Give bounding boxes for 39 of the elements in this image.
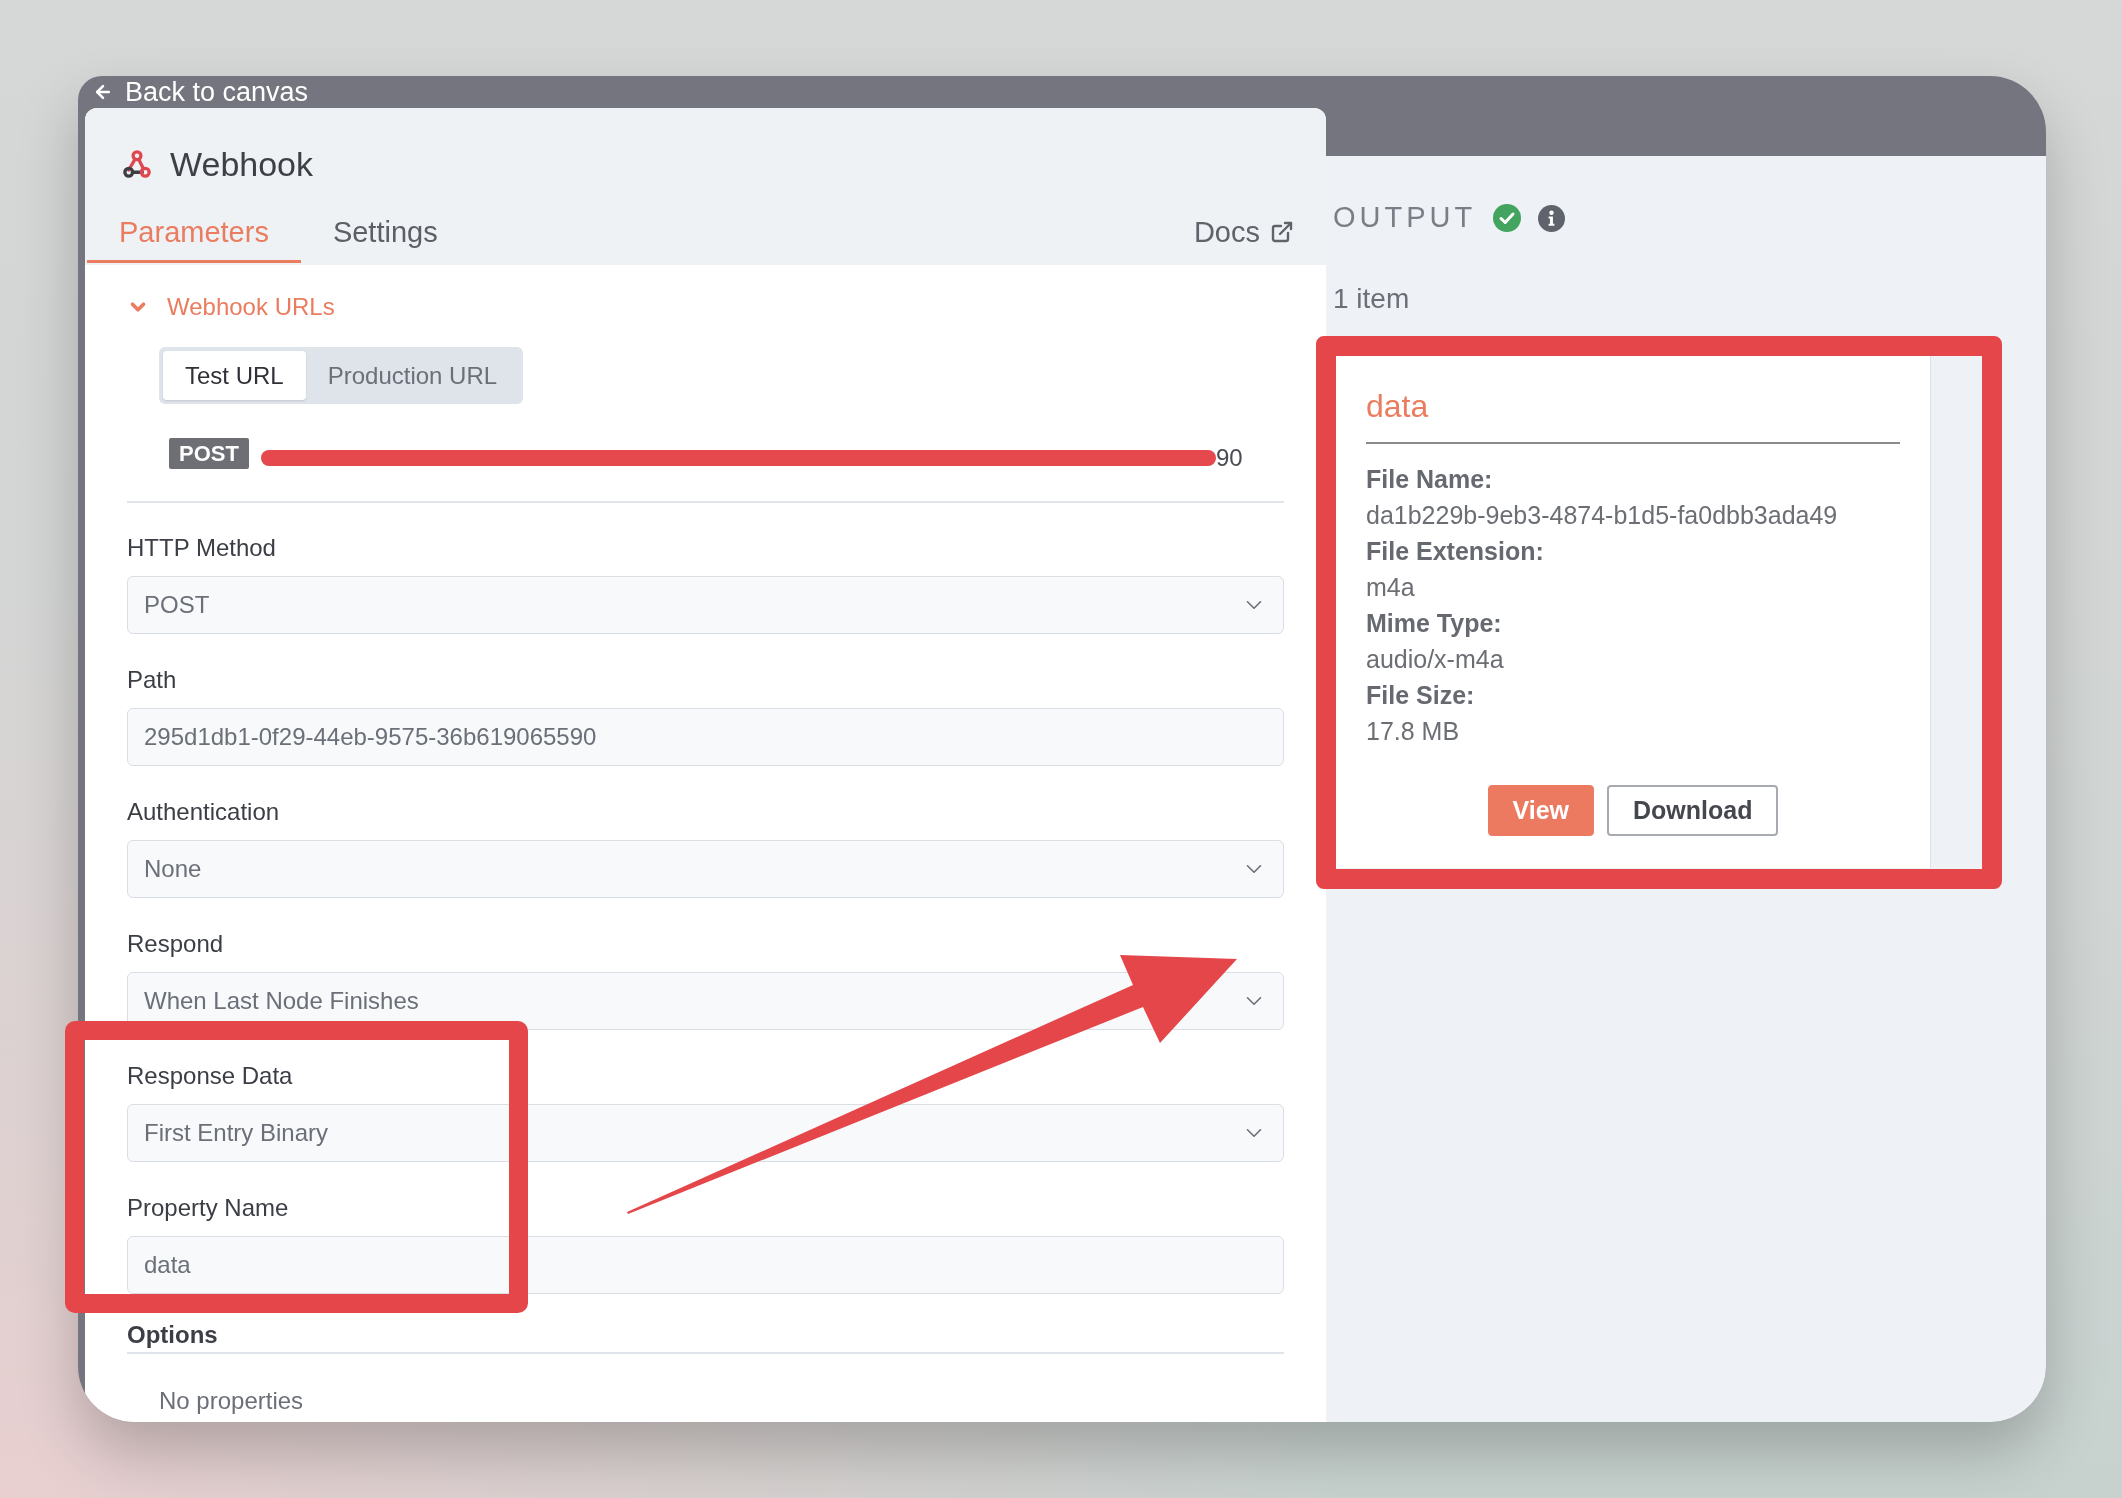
tab[interactable]: Settings	[300, 204, 470, 263]
field-label: Property Name	[127, 1193, 290, 1223]
property-value: da1b229b-9eb3-4874-b1d5-fa0dbb3ada49	[1366, 500, 1839, 531]
back-to-canvas-link[interactable]: Back to canvas	[85, 76, 309, 108]
url-text: 90	[1215, 442, 1243, 473]
external-link-icon	[1270, 220, 1294, 244]
dropdown-select[interactable]: POST	[127, 576, 1284, 634]
tab[interactable]: Parameters	[87, 204, 301, 263]
text-input[interactable]: 295d1db1-0f29-44eb-9575-36b619065590	[127, 708, 1284, 766]
field-label: Authentication	[127, 797, 281, 827]
info-icon[interactable]	[1538, 204, 1566, 232]
property-label: File Size:	[1366, 680, 1476, 711]
property-value: m4a	[1366, 572, 1416, 603]
section-title: Options	[127, 1320, 219, 1350]
empty-text: No properties	[158, 1386, 305, 1416]
field-label: Path	[127, 665, 178, 695]
method-badge: POST	[169, 438, 249, 469]
node-title: Webhook	[170, 144, 314, 184]
field-label: Respond	[127, 929, 225, 959]
webhook-icon	[122, 149, 152, 179]
property-value: 17.8 MB	[1366, 716, 1461, 747]
item-count: 1 item	[1333, 282, 1411, 316]
docs-link[interactable]: Docs	[1193, 214, 1294, 263]
action-button[interactable]: Download	[1607, 785, 1779, 836]
property-label: File Name:	[1366, 464, 1494, 495]
url-type-tab[interactable]: Test URL	[163, 351, 306, 400]
property-label: Mime Type:	[1366, 608, 1503, 639]
action-button[interactable]: View	[1487, 785, 1595, 836]
dropdown-select[interactable]: None	[127, 840, 1284, 898]
dropdown-select[interactable]: First Entry Binary	[127, 1104, 1284, 1162]
url-type-tab[interactable]: Production URL	[305, 351, 520, 400]
property-value: audio/x-m4a	[1366, 644, 1505, 675]
field-label: Response Data	[127, 1061, 294, 1091]
output-title: OUTPUT	[1333, 200, 1477, 236]
field-label: HTTP Method	[127, 533, 277, 563]
section-toggle[interactable]: Webhook URLs	[127, 292, 335, 322]
card-title: data	[1366, 387, 1430, 426]
property-label: File Extension:	[1366, 536, 1545, 567]
text-input[interactable]: data	[127, 1236, 1284, 1294]
